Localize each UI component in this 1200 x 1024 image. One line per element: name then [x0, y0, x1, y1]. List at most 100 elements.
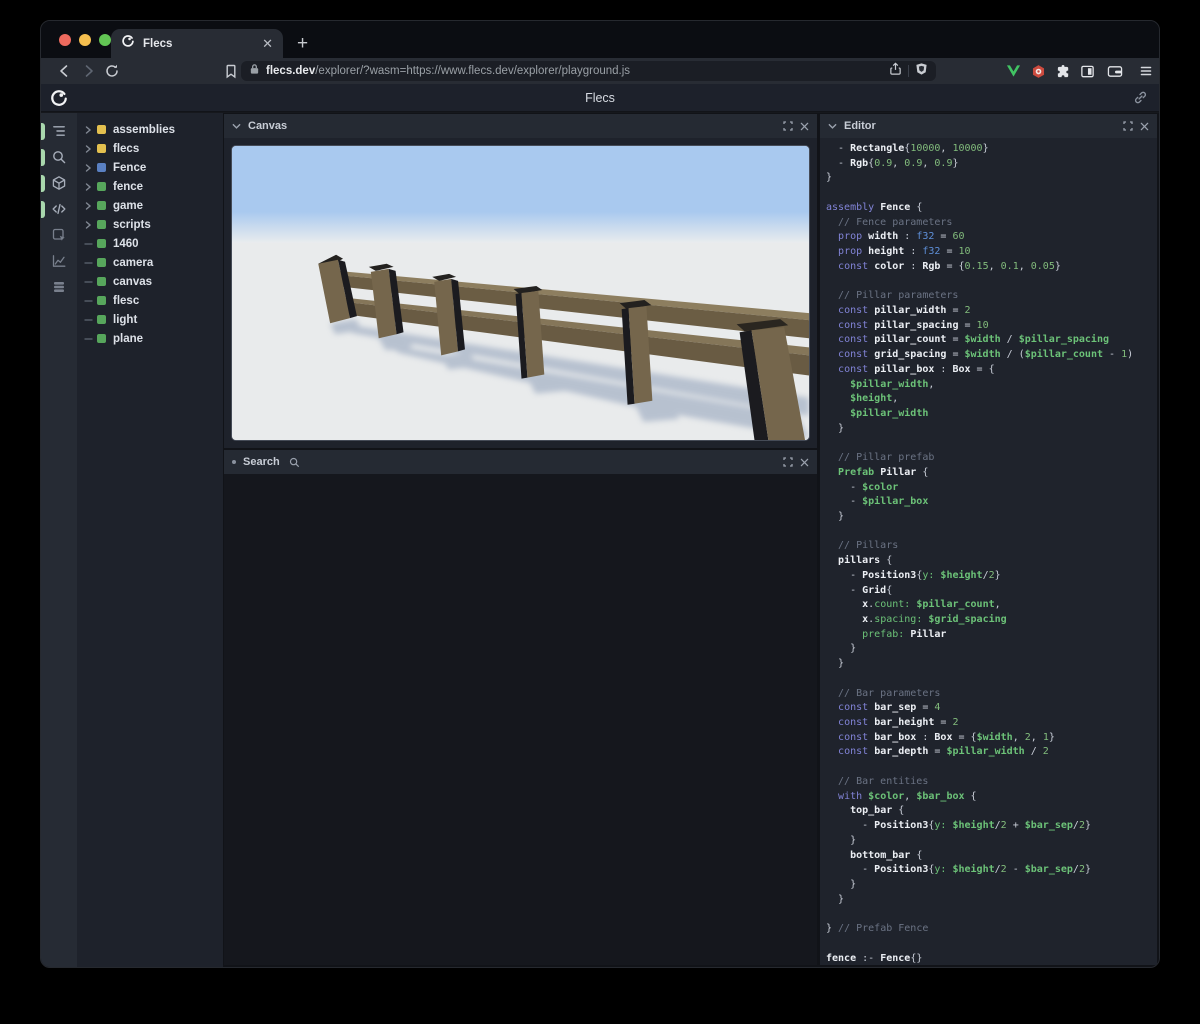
code-line: top_bar {: [850, 805, 905, 817]
code-line: }: [826, 643, 857, 655]
code-line: const pillar_box : Box = {: [838, 363, 995, 375]
code-line: - Rectangle{10000, 10000}: [826, 143, 989, 154]
expand-icon[interactable]: [783, 457, 793, 467]
entity-color-square: [97, 277, 106, 286]
reload-icon[interactable]: [103, 62, 121, 80]
menu-icon[interactable]: [1137, 62, 1155, 80]
code-line: const bar_depth = $pillar_width / 2: [838, 746, 1049, 758]
code-line: - Position3{y: $height/2 - $bar_sep/2}: [826, 864, 1092, 876]
tree-item-assemblies[interactable]: assemblies: [77, 120, 223, 139]
canvas-panel-header: Canvas: [224, 114, 817, 138]
tree-item-1460[interactable]: 1460: [77, 234, 223, 253]
code-line: }: [826, 172, 833, 184]
new-tab-button[interactable]: +: [297, 29, 308, 58]
wallet-icon[interactable]: [1106, 62, 1124, 80]
tree-item-label: canvas: [113, 275, 153, 288]
search-panel-header: Search: [224, 450, 817, 474]
code-line: }: [826, 834, 857, 846]
browser-tab[interactable]: Flecs ✕: [111, 29, 283, 58]
entity-color-square: [97, 258, 106, 267]
sidebar-icon[interactable]: [1078, 62, 1096, 80]
minimize-window-button[interactable]: [79, 34, 91, 46]
app-header: Flecs: [41, 84, 1159, 112]
tree-item-camera[interactable]: camera: [77, 253, 223, 272]
tree-item-game[interactable]: game: [77, 196, 223, 215]
close-icon[interactable]: [1140, 122, 1149, 131]
tab-close-icon[interactable]: ✕: [262, 37, 273, 50]
flecs-favicon-icon: [121, 34, 135, 53]
tree-item-fence[interactable]: fence: [77, 177, 223, 196]
tree-item-label: game: [113, 199, 144, 212]
code-line: fence :- Fence{}: [826, 952, 923, 964]
editor-column: Editor - Rectangle{10000, 10000} - Rgb{0…: [819, 113, 1159, 967]
center-column: Canvas Search: [223, 113, 819, 967]
expand-arrow-icon[interactable]: [84, 220, 97, 229]
tree-item-label: fence: [113, 180, 144, 193]
tree-item-plane[interactable]: plane: [77, 329, 223, 348]
red-badge-icon[interactable]: [1029, 62, 1047, 80]
code-line: const bar_box : Box = {$width, 2, 1}: [838, 731, 1055, 743]
tree-item-label: flecs: [113, 142, 140, 155]
tree-item-Fence[interactable]: Fence: [77, 158, 223, 177]
share-icon[interactable]: [889, 61, 902, 81]
lock-icon: [249, 62, 260, 80]
bookmark-icon[interactable]: [222, 62, 240, 80]
expand-arrow-icon[interactable]: [84, 182, 97, 191]
search-results-area[interactable]: [224, 474, 817, 965]
tool-entities-stack-icon[interactable]: [41, 274, 77, 300]
code-line: const bar_height = 2: [838, 717, 959, 729]
leaf-dash-icon: [84, 240, 97, 248]
tree-item-flesc[interactable]: flesc: [77, 291, 223, 310]
expand-icon[interactable]: [1123, 121, 1133, 131]
code-editor[interactable]: - Rectangle{10000, 10000} - Rgb{0.9, 0.9…: [820, 138, 1157, 965]
vue-devtools-icon[interactable]: [1004, 62, 1022, 80]
code-line: const pillar_width = 2: [838, 304, 971, 316]
brave-shield-icon[interactable]: [915, 62, 928, 81]
entity-color-square: [97, 220, 106, 229]
chevron-down-icon[interactable]: [828, 122, 837, 131]
extensions-puzzle-icon[interactable]: [1054, 62, 1072, 80]
page-title: Flecs: [585, 91, 615, 105]
tool-canvas-icon[interactable]: [41, 170, 77, 196]
close-icon[interactable]: [800, 458, 809, 467]
tree-item-label: plane: [113, 332, 144, 345]
chevron-down-icon[interactable]: [232, 122, 241, 131]
expand-arrow-icon[interactable]: [84, 144, 97, 153]
browser-toolbar: flecs.dev/explorer/?wasm=https://www.fle…: [41, 58, 1159, 84]
code-line: prop width : f32 = 60: [838, 231, 965, 243]
active-indicator: [41, 200, 45, 218]
close-window-button[interactable]: [59, 34, 71, 46]
tool-search-icon[interactable]: [41, 144, 77, 170]
entity-color-square: [97, 163, 106, 172]
code-line: $pillar_width,: [850, 378, 935, 390]
expand-arrow-icon[interactable]: [84, 125, 97, 134]
canvas-3d-viewport[interactable]: [231, 145, 810, 441]
close-icon[interactable]: [800, 122, 809, 131]
tool-stats-icon[interactable]: [41, 248, 77, 274]
code-line: const bar_sep = 4: [838, 702, 941, 714]
expand-arrow-icon[interactable]: [84, 163, 97, 172]
canvas-panel: Canvas: [224, 114, 817, 448]
code-line: const color : Rgb = {0.15, 0.1, 0.05}: [838, 260, 1061, 272]
tool-inspector-icon[interactable]: [41, 222, 77, 248]
back-icon[interactable]: [55, 62, 73, 80]
code-line: with $color, $bar_box {: [838, 790, 977, 802]
editor-panel-header: Editor: [820, 114, 1157, 138]
tool-tree-view-icon[interactable]: [41, 118, 77, 144]
tree-item-light[interactable]: light: [77, 310, 223, 329]
link-icon[interactable]: [1133, 90, 1148, 110]
expand-arrow-icon[interactable]: [84, 201, 97, 210]
tree-item-scripts[interactable]: scripts: [77, 215, 223, 234]
entity-color-square: [97, 125, 106, 134]
expand-icon[interactable]: [783, 121, 793, 131]
url-bar[interactable]: flecs.dev/explorer/?wasm=https://www.fle…: [241, 61, 936, 81]
zoom-window-button[interactable]: [99, 34, 111, 46]
tree-item-canvas[interactable]: canvas: [77, 272, 223, 291]
tree-item-flecs[interactable]: flecs: [77, 139, 223, 158]
tool-code-icon[interactable]: [41, 196, 77, 222]
forward-icon[interactable]: [80, 62, 98, 80]
leaf-dash-icon: [84, 316, 97, 324]
tree-item-label: Fence: [113, 161, 147, 174]
